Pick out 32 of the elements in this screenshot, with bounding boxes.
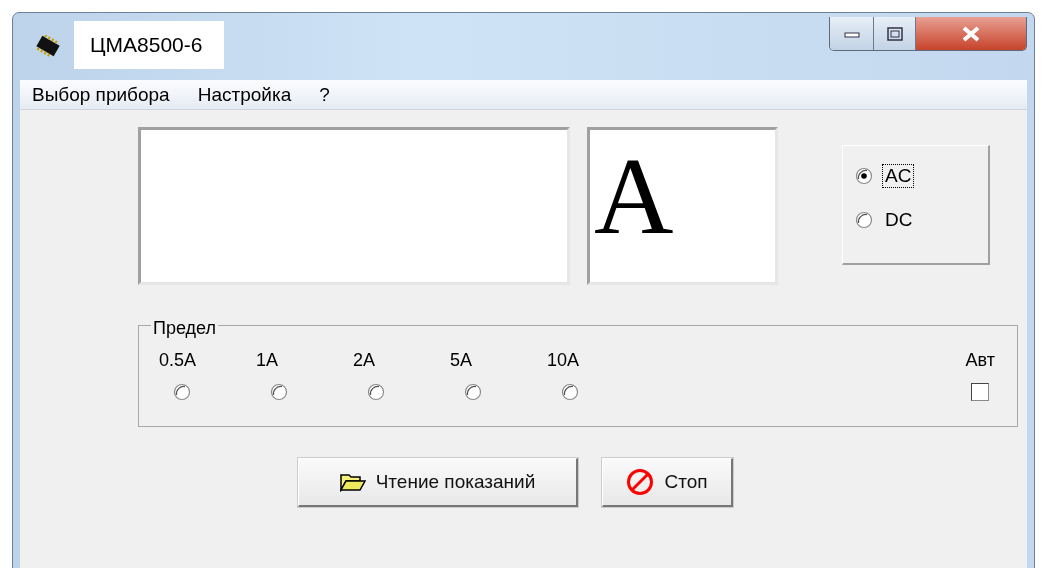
radio-label[interactable]: 10A — [547, 350, 644, 371]
read-button[interactable]: Чтение показаний — [298, 458, 578, 507]
close-button[interactable] — [916, 17, 1026, 50]
menu-item[interactable]: Выбор прибора — [32, 83, 170, 106]
minimize-button[interactable] — [830, 17, 874, 50]
group-label: Предел — [151, 318, 218, 339]
radio-label[interactable]: 0.5A — [159, 350, 256, 371]
radio-button[interactable] — [561, 383, 579, 401]
radio-label[interactable]: 1A — [256, 350, 353, 371]
menu-item[interactable]: Настройка — [197, 83, 292, 106]
stop-button[interactable]: Стоп — [602, 458, 733, 507]
folder-icon — [339, 472, 366, 492]
radio-label[interactable]: DC — [882, 208, 916, 232]
window-title: ЦМА8500-6 — [74, 21, 225, 69]
radio-button[interactable] — [270, 383, 288, 401]
radio-label[interactable]: 5A — [450, 350, 547, 371]
radio-label[interactable]: AC — [882, 164, 915, 188]
checkbox[interactable] — [971, 383, 990, 401]
radio-button[interactable] — [855, 167, 873, 185]
minimize-icon — [843, 29, 860, 38]
checkbox-label[interactable]: Авт — [965, 350, 995, 371]
close-icon — [961, 25, 981, 42]
maximize-icon — [886, 26, 903, 41]
radio-button[interactable] — [173, 383, 191, 401]
radio-button[interactable] — [367, 383, 385, 401]
radio-label[interactable]: 2A — [353, 350, 450, 371]
maximize-button[interactable] — [874, 17, 916, 50]
radio-button[interactable] — [855, 211, 873, 229]
radio-button[interactable] — [464, 383, 482, 401]
menu-item[interactable]: ? — [319, 83, 330, 106]
unit-label: A — [594, 141, 674, 251]
prohibited-icon — [626, 468, 655, 496]
